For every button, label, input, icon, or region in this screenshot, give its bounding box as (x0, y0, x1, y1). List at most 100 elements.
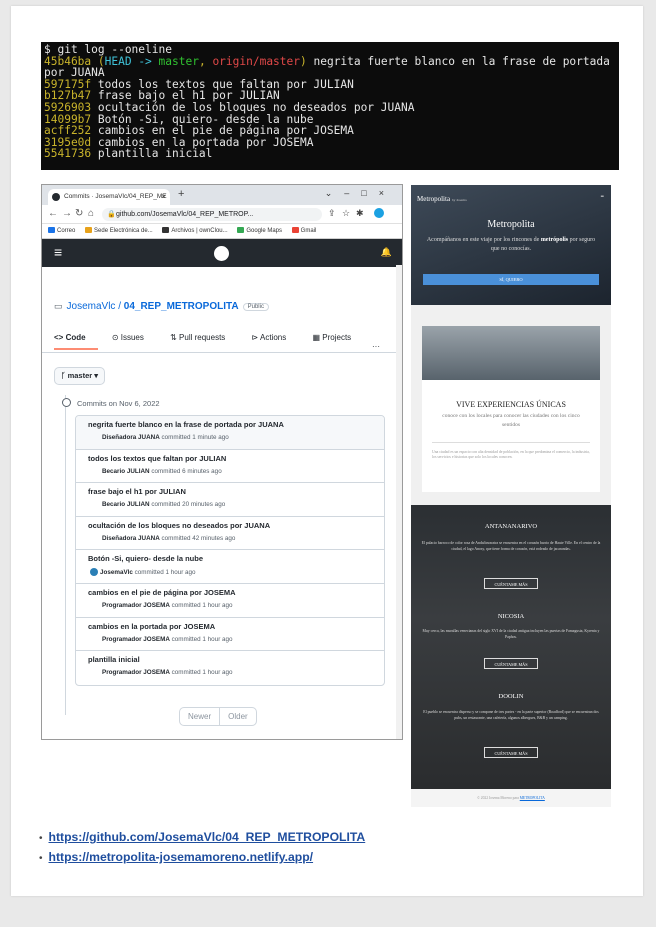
share-icon[interactable]: ⇪ (328, 208, 336, 219)
yes-button[interactable]: SÍ, QUIERO (423, 274, 599, 285)
commit-meta: Programador JOSEMA committed 1 hour ago (102, 601, 233, 609)
repo-book-icon: ▭ (54, 301, 63, 311)
reload-icon[interactable]: ↻ (75, 208, 83, 219)
newer-button[interactable]: Newer (180, 708, 219, 725)
terminal-output: $ git log --oneline 45b46ba (HEAD -> mas… (41, 42, 619, 170)
city-description: El palacio barroco de color rosa de Anda… (421, 541, 601, 551)
extensions-icon[interactable]: ✱ (356, 208, 364, 219)
github-repo-link[interactable]: https://github.com/JosemaVlc/04_REP_METR… (49, 830, 366, 844)
city-title: DOOLIN (498, 693, 524, 700)
visibility-badge: Public (242, 303, 269, 311)
commit-meta: Becario JULIAN committed 6 minutes ago (102, 467, 222, 475)
bookmarks-bar: Correo Sede Electrónica de... Archivos |… (42, 224, 402, 239)
tab-actions[interactable]: ⊳ Actions (252, 333, 299, 342)
profile-avatar-icon[interactable] (374, 208, 384, 218)
list-item: • https://metropolita-josemamoreno.netlif… (39, 850, 314, 864)
tab-pull-requests[interactable]: ⇅ Pull requests (170, 333, 237, 342)
older-button[interactable]: Older (219, 708, 256, 725)
hero-title: Metropolita (487, 219, 535, 230)
city-description: Muy cerca, las murallas venecianas del s… (422, 629, 600, 639)
reference-links: • https://github.com/JosemaVlc/04_REP_MET… (39, 828, 365, 868)
menu-icon[interactable]: ≡ (601, 194, 604, 200)
commit-meta: Diseñadora JUANA committed 1 minute ago (102, 434, 229, 441)
browser-tab[interactable]: Commits · JosemaVlc/04_REP_ME × (48, 189, 170, 205)
window-controls[interactable]: ⌄–□× (325, 188, 396, 199)
forward-icon[interactable]: → (62, 208, 72, 219)
lock-icon: 🔒 (107, 211, 116, 218)
tell-me-more-button[interactable]: CUÉNTAME MÁS (484, 578, 538, 589)
tab-issues[interactable]: ⊙ Issues (112, 333, 156, 342)
url-input[interactable]: 🔒 github.com/JosemaVlc/04_REP_METROP... (102, 208, 322, 221)
scrollbar[interactable] (396, 265, 402, 739)
github-header: ≡ 🔔 (42, 239, 402, 267)
card-subtitle: conoce con los locales para conocer las … (442, 413, 580, 428)
branch-ref: master (158, 54, 199, 68)
branch-icon: ᚴ (61, 371, 68, 380)
card-divider (432, 442, 590, 443)
commit-message: plantilla inicial (91, 147, 213, 161)
repo-owner-link[interactable]: JosemaVlc (67, 301, 116, 312)
commit-title-link[interactable]: frase bajo el h1 por JULIAN (88, 487, 376, 496)
head-ref: HEAD -> (104, 54, 159, 68)
github-logo-icon[interactable] (214, 246, 229, 261)
netlify-site-link[interactable]: https://metropolita-josemamoreno.netlify… (49, 850, 314, 864)
commit-title-link[interactable]: Botón -Si, quiero- desde la nube (88, 554, 376, 563)
city-title: ANTANANARIVO (484, 523, 538, 530)
github-commits-screenshot: Commits · JosemaVlc/04_REP_ME × + ⌄–□× ←… (41, 184, 403, 740)
hamburger-menu-icon[interactable]: ≡ (54, 244, 62, 260)
site-brand[interactable]: Metropolita by Josema (417, 195, 467, 203)
repo-title: ▭ JosemaVlc / 04_REP_METROPOLITA Public (54, 301, 269, 312)
bookmark-item[interactable]: Google Maps (237, 227, 282, 234)
tab-projects[interactable]: ▦ Projects (312, 333, 363, 342)
mail-icon (48, 227, 55, 233)
bookmark-item[interactable]: Gmail (291, 227, 316, 234)
commits-date-heading: Commits on Nov 6, 2022 (62, 398, 160, 408)
sede-icon (85, 227, 93, 233)
gmail-icon (291, 227, 299, 233)
bookmark-star-icon[interactable]: ☆ (342, 208, 350, 219)
browser-tab-bar: Commits · JosemaVlc/04_REP_ME × + ⌄–□× (42, 185, 402, 205)
commit-meta: Diseñadora JUANA committed 42 minutes ag… (102, 534, 236, 542)
list-item: • https://github.com/JosemaVlc/04_REP_MET… (39, 830, 366, 844)
github-favicon-icon (52, 193, 60, 201)
metropolita-site-screenshot: Metropolita by Josema ≡ Metropolita Acom… (411, 185, 611, 807)
url-text: github.com/JosemaVlc/04_REP_METROP... (116, 211, 254, 218)
tell-me-more-button[interactable]: CUÉNTAME MÁS (484, 658, 538, 669)
commit-title-link[interactable]: cambios en la portada por JOSEMA (88, 622, 376, 631)
avatar[interactable] (90, 568, 98, 577)
tell-me-more-button[interactable]: CUÉNTAME MÁS (484, 747, 538, 758)
repo-name-link[interactable]: 04_REP_METROPOLITA (124, 301, 239, 312)
commit-title-link[interactable]: plantilla inicial (88, 655, 376, 664)
bookmark-item[interactable]: Correo (48, 227, 75, 234)
back-icon[interactable]: ← (48, 208, 58, 219)
tab-code[interactable]: <> Code (54, 333, 98, 350)
more-menu-icon[interactable]: ··· (372, 342, 380, 351)
commit-title-link[interactable]: ocultación de los bloques no deseados po… (88, 521, 376, 530)
commit-row: cambios en la portada por JOSEMA Programa… (76, 618, 384, 652)
ref-paren-close: ) (300, 54, 307, 68)
commit-dot-icon (62, 398, 71, 407)
commit-row: cambios en el pie de página por JOSEMA Pr… (76, 584, 384, 618)
bookmark-item[interactable]: Archivos | ownClou... (162, 227, 228, 234)
notifications-bell-icon[interactable]: 🔔 (381, 247, 392, 258)
branch-selector[interactable]: ᚴ master ▾ (54, 367, 106, 385)
card-body: Una ciudad es un espacio con alta densid… (432, 450, 590, 459)
new-tab-icon[interactable]: + (178, 188, 184, 200)
site-footer: © 2022 Josema Moreno para METROPOLITA (411, 789, 611, 807)
commit-row: ocultación de los bloques no deseados po… (76, 517, 384, 551)
commit-hash: 5541736 (44, 147, 92, 161)
commit-meta: Programador JOSEMA committed 1 hour ago (102, 635, 233, 643)
bookmark-item[interactable]: Sede Electrónica de... (85, 227, 153, 234)
close-tab-icon[interactable]: × (161, 189, 166, 205)
umbrella-photo (422, 326, 600, 380)
commit-list: negrita fuerte blanco en la frase de por… (75, 415, 385, 686)
address-bar-row: ← → ↻ ⌂ 🔒 github.com/JosemaVlc/04_REP_ME… (42, 205, 402, 224)
home-icon[interactable]: ⌂ (88, 208, 94, 219)
commit-row: todos los textos que faltan por JULIAN Be… (76, 450, 384, 484)
maps-pin-icon (237, 227, 245, 233)
commit-title-link[interactable]: cambios en el pie de página por JOSEMA (88, 588, 376, 597)
commit-title-link[interactable]: todos los textos que faltan por JULIAN (88, 454, 376, 463)
footer-link[interactable]: METROPOLITA (520, 796, 545, 800)
repo-navigation: <> Code ⊙ Issues ⇅ Pull requests ⊳ Actio… (54, 333, 384, 351)
commit-title-link[interactable]: negrita fuerte blanco en la frase de por… (88, 420, 376, 429)
